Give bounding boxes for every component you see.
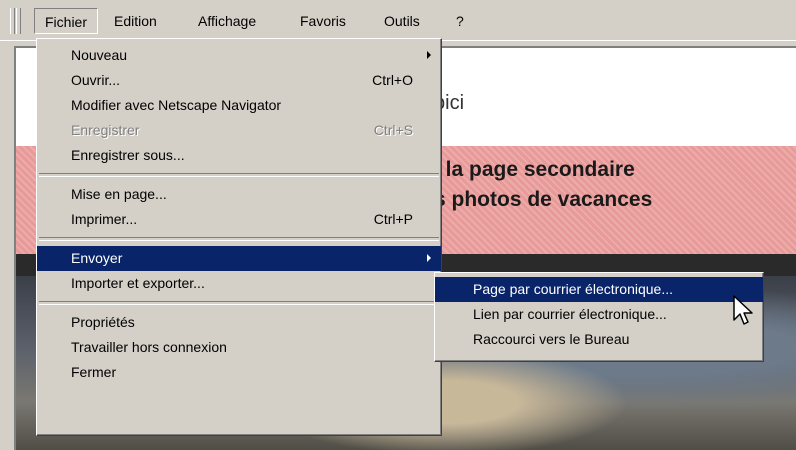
menu-item-label: Nouveau: [71, 47, 128, 63]
menu-item-modifier-netscape[interactable]: Modifier avec Netscape Navigator: [37, 93, 441, 118]
menu-item-proprietes[interactable]: Propriétés: [37, 310, 441, 335]
menu-item-envoyer[interactable]: Envoyer: [37, 246, 441, 271]
menu-item-importer-exporter[interactable]: Importer et exporter...: [37, 271, 441, 296]
menu-outils[interactable]: Outils: [374, 8, 430, 34]
menu-item-shortcut: Ctrl+S: [373, 122, 413, 138]
menu-item-label: Imprimer...: [71, 211, 138, 227]
menu-item-ouvrir[interactable]: Ouvrir... Ctrl+O: [37, 68, 441, 93]
submenu-item-raccourci-bureau[interactable]: Raccourci vers le Bureau: [435, 327, 763, 352]
menu-item-label: Importer et exporter...: [71, 275, 205, 291]
menu-item-fermer[interactable]: Fermer: [37, 360, 441, 385]
menu-item-nouveau[interactable]: Nouveau: [37, 43, 441, 68]
menu-item-shortcut: Ctrl+P: [373, 211, 413, 227]
menu-item-label: Envoyer: [71, 250, 123, 266]
menu-item-label: Modifier avec Netscape Navigator: [71, 97, 282, 113]
menu-item-label: Travailler hors connexion: [71, 339, 227, 355]
menu-favoris[interactable]: Favoris: [290, 8, 356, 34]
submenu-item-page-courrier[interactable]: Page par courrier électronique...: [435, 277, 763, 302]
menu-item-label: Page par courrier électronique...: [473, 281, 673, 297]
browser-window: Fichier Edition Affichage Favoris Outils…: [0, 0, 796, 450]
banner-line-1: i la page secondaire: [434, 158, 635, 181]
file-menu: Nouveau Ouvrir... Ctrl+O Modifier avec N…: [36, 38, 442, 436]
menu-item-mise-en-page[interactable]: Mise en page...: [37, 182, 441, 207]
menu-item-label: Enregistrer: [71, 122, 140, 138]
toolbar-grip-inner[interactable]: [16, 8, 21, 34]
menu-bar: Fichier Edition Affichage Favoris Outils…: [0, 0, 796, 41]
submenu-arrow-icon: [427, 51, 431, 59]
menu-item-imprimer[interactable]: Imprimer... Ctrl+P: [37, 207, 441, 232]
submenu-item-lien-courrier[interactable]: Lien par courrier électronique...: [435, 302, 763, 327]
banner-line-2: s photos de vacances: [434, 188, 653, 211]
menu-separator: [39, 173, 439, 177]
menu-help[interactable]: ?: [446, 8, 474, 34]
menu-edition[interactable]: Edition: [104, 8, 167, 34]
send-submenu: Page par courrier électronique... Lien p…: [434, 272, 764, 362]
menu-item-hors-connexion[interactable]: Travailler hors connexion: [37, 335, 441, 360]
menu-item-label: Fermer: [71, 364, 117, 380]
menu-item-label: Raccourci vers le Bureau: [473, 331, 630, 347]
toolbar-grip[interactable]: [10, 8, 15, 34]
submenu-arrow-icon: [427, 254, 431, 262]
menu-item-enregistrer: Enregistrer Ctrl+S: [37, 118, 441, 143]
menu-fichier[interactable]: Fichier: [34, 8, 99, 34]
menu-item-shortcut: Ctrl+O: [372, 72, 413, 88]
menu-item-enregistrer-sous[interactable]: Enregistrer sous...: [37, 143, 441, 168]
menu-affichage[interactable]: Affichage: [188, 8, 266, 34]
menu-separator: [39, 237, 439, 241]
menu-item-label: Propriétés: [71, 314, 135, 330]
menu-item-label: Ouvrir...: [71, 72, 121, 88]
menu-item-label: Mise en page...: [71, 186, 167, 202]
menu-item-label: Enregistrer sous...: [71, 147, 185, 163]
menu-separator: [39, 301, 439, 305]
mouse-pointer-icon: [733, 295, 753, 325]
menu-item-label: Lien par courrier électronique...: [473, 306, 667, 322]
